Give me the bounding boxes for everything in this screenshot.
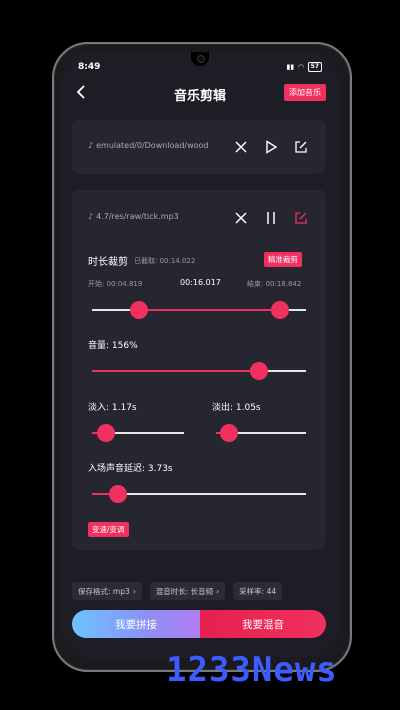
trim-start-handle[interactable] [130, 301, 148, 319]
close-icon[interactable] [234, 211, 248, 225]
watermark-logo: 1233News [166, 650, 338, 690]
volume-label: 音量: 156% [88, 341, 138, 351]
track-2-path: 4.7/res/raw/tick.mp3 [96, 212, 179, 221]
trim-current-time: 00:16.017 [180, 278, 221, 287]
mix-duration-label: 混音时长: 长音频 [155, 586, 214, 596]
edit-icon[interactable] [294, 211, 308, 225]
delay-label: 入场声音延迟: 3.73s [88, 464, 173, 474]
format-chip-label: 保存格式: mp3 [78, 586, 130, 596]
music-note-icon: ♪ [88, 212, 94, 221]
trim-end-label: 结束: 00:18.842 [247, 280, 302, 288]
wifi-icon: ◠ [298, 63, 304, 71]
trim-start-label: 开始: 00:04.819 [88, 280, 143, 288]
trim-end-handle[interactable] [271, 301, 289, 319]
options-bar: 保存格式: mp3 › 混音时长: 长音频 › 采样率: 44 [72, 582, 338, 600]
edit-icon[interactable] [294, 140, 308, 154]
music-note-icon: ♪ [88, 141, 94, 150]
speed-pitch-button[interactable]: 变速/变调 [88, 522, 129, 537]
status-icons: ▮▮ ◠ 57 [287, 62, 322, 72]
fade-in-handle[interactable] [97, 424, 115, 442]
track-1-path-row: ♪ emulated/0/Download/wood [88, 141, 209, 150]
pause-icon[interactable] [264, 211, 278, 225]
mix-button[interactable]: 我要混音 [200, 610, 326, 638]
chevron-right-icon: › [132, 586, 136, 596]
app-screen: 8:49 ▮▮ ◠ 57 音乐剪辑 添加音乐 ♪ emulated/0/Down… [62, 52, 338, 658]
precise-trim-button[interactable]: 精准裁剪 [264, 252, 302, 267]
delay-handle[interactable] [109, 485, 127, 503]
status-time: 8:49 [78, 62, 101, 72]
signal-icon: ▮▮ [286, 63, 295, 71]
battery-icon: 57 [307, 62, 322, 72]
close-icon[interactable] [234, 140, 248, 154]
sample-rate-chip[interactable]: 采样率: 44 [233, 582, 283, 600]
app-bar: 音乐剪辑 添加音乐 [62, 82, 338, 106]
mix-duration-chip[interactable]: 混音时长: 长音频 › [149, 582, 226, 600]
delay-slider[interactable] [92, 485, 306, 503]
fade-out-handle[interactable] [220, 424, 238, 442]
play-icon[interactable] [264, 140, 278, 154]
concat-button[interactable]: 我要拼接 [72, 610, 200, 638]
track-card-1: ♪ emulated/0/Download/wood [72, 120, 326, 174]
fade-in-slider[interactable] [92, 424, 184, 442]
trim-range-slider[interactable] [92, 301, 306, 319]
fade-out-slider[interactable] [216, 424, 306, 442]
track-1-path: emulated/0/Download/wood [96, 141, 209, 150]
trim-title: 时长裁剪 [88, 257, 128, 268]
fade-in-label: 淡入: 1.17s [88, 403, 137, 413]
format-chip[interactable]: 保存格式: mp3 › [72, 582, 142, 600]
volume-handle[interactable] [250, 362, 268, 380]
chevron-right-icon: › [216, 586, 220, 596]
sample-rate-label: 采样率: 44 [239, 586, 277, 596]
volume-slider[interactable] [92, 362, 306, 380]
track-2-path-row: ♪ 4.7/res/raw/tick.mp3 [88, 212, 179, 221]
trim-cut-label: 已截取: 00:14.022 [134, 257, 196, 265]
add-music-button[interactable]: 添加音乐 [284, 84, 326, 101]
status-bar: 8:49 ▮▮ ◠ 57 [78, 62, 322, 78]
volume-fill [92, 370, 259, 372]
trim-selected-range [139, 309, 280, 311]
fade-out-label: 淡出: 1.05s [212, 403, 261, 413]
track-card-2: ♪ 4.7/res/raw/tick.mp3 时长裁剪 已截取: 00:14.0… [72, 190, 326, 550]
